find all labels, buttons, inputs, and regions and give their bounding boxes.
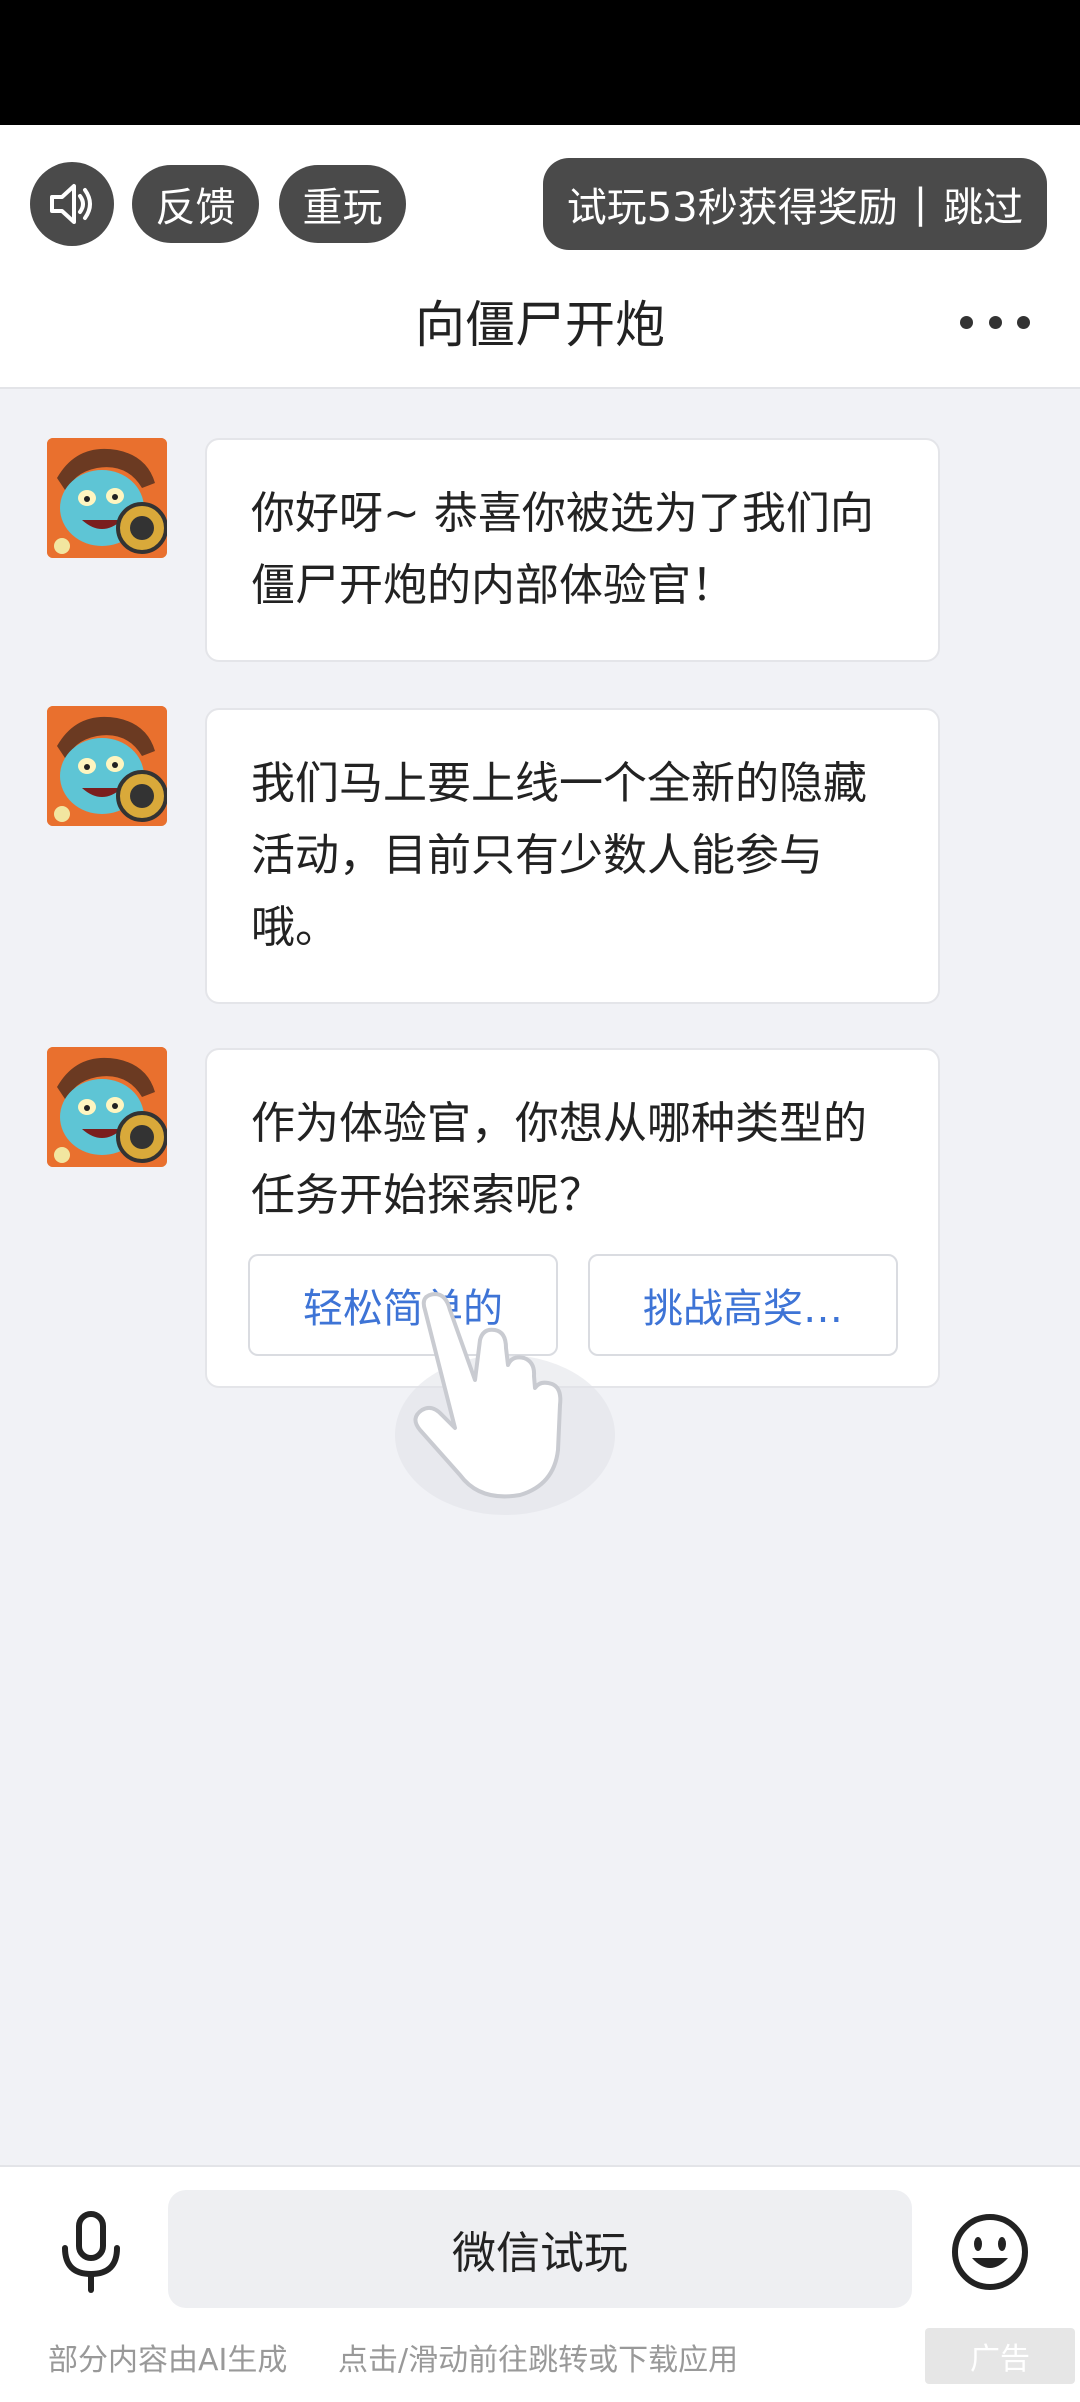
emoji-button[interactable] [950, 2212, 1030, 2292]
more-icon [960, 315, 973, 329]
microphone-icon [62, 2211, 120, 2293]
ai-generated-note: 部分内容由AI生成 [48, 2343, 288, 2378]
page-title: 向僵尸开炮 [415, 296, 665, 354]
message-bubble: 我们马上要上线一个全新的隐藏活动，目前只有少数人能参与哦。 [205, 708, 940, 1004]
ad-badge: 广告 [925, 2328, 1075, 2384]
more-button[interactable] [960, 300, 1030, 344]
bot-avatar [47, 438, 167, 558]
feedback-button[interactable]: 反馈 [132, 165, 259, 243]
smiley-icon [952, 2214, 1028, 2290]
option-button-challenge[interactable]: 挑战高奖… [588, 1254, 898, 1356]
trial-reward-bar: 试玩53秒获得奖励 | 跳过 [543, 158, 1047, 250]
status-bar [0, 0, 1080, 125]
wechat-trial-button[interactable]: 微信试玩 [168, 2190, 912, 2308]
tap-redirect-note: 点击/滑动前往跳转或下载应用 [338, 2343, 739, 2378]
message-bubble: 你好呀~ 恭喜你被选为了我们向僵尸开炮的内部体验官！ [205, 438, 940, 662]
trial-separator: | [913, 181, 928, 227]
message-text: 你好呀~ 恭喜你被选为了我们向僵尸开炮的内部体验官！ [251, 488, 874, 611]
replay-button[interactable]: 重玩 [279, 165, 406, 243]
trial-countdown-text: 试玩53秒获得奖励 [566, 185, 898, 231]
option-button-easy[interactable]: 轻松简单的 [248, 1254, 558, 1356]
bot-avatar [47, 1047, 167, 1167]
message-text: 作为体验官，你想从哪种类型的任务开始探索呢？ [251, 1098, 867, 1221]
speaker-icon [50, 184, 92, 224]
skip-button[interactable]: 跳过 [943, 175, 1023, 233]
voice-input-button[interactable] [55, 2210, 127, 2294]
sound-button[interactable] [30, 162, 114, 246]
bot-avatar [47, 706, 167, 826]
message-text: 我们马上要上线一个全新的隐藏活动，目前只有少数人能参与哦。 [251, 758, 867, 953]
